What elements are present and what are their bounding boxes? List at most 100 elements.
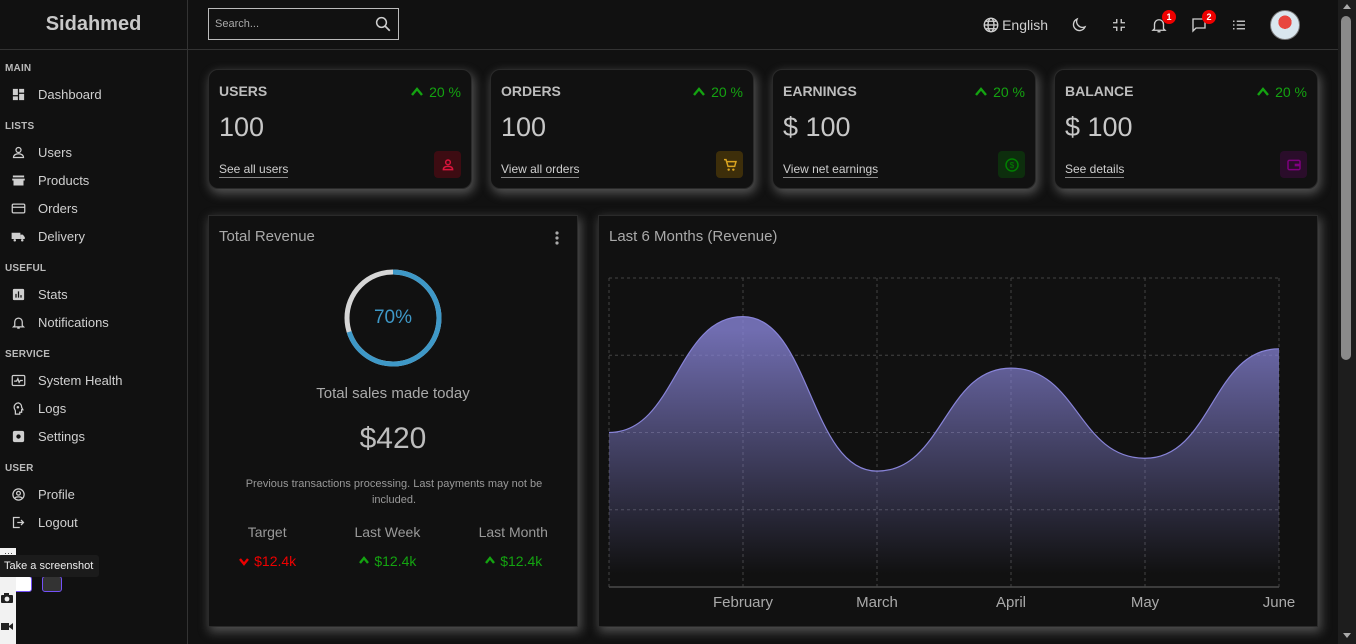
search-input[interactable]: [215, 18, 365, 30]
shopping-cart-icon: [716, 151, 743, 178]
widget-percentage: 20 %: [1256, 84, 1307, 100]
data-point-january[interactable]: [606, 430, 612, 436]
list-button[interactable]: [1230, 16, 1248, 34]
section-title-lists: LISTS: [5, 121, 35, 132]
arrow-up-icon: [975, 87, 987, 96]
data-point-february[interactable]: [740, 314, 746, 320]
notifications-button[interactable]: 1: [1150, 10, 1176, 34]
summary-amount: $12.4k: [254, 553, 297, 569]
widget-percentage: 20 %: [974, 84, 1025, 100]
sidebar-item-label: System Health: [38, 372, 123, 388]
sidebar-item-label: Logs: [38, 400, 67, 416]
logout-icon: [10, 514, 26, 530]
sidebar-item-orders[interactable]: Orders: [0, 194, 187, 222]
widget-link[interactable]: See details: [1065, 162, 1125, 178]
dark-theme-option[interactable]: [42, 576, 62, 592]
widget-percentage-value: 20 %: [429, 84, 461, 100]
featured-card: Total Revenue 70% Total sales made today…: [208, 215, 578, 627]
sidebar-item-settings[interactable]: Settings: [0, 422, 187, 450]
scroll-thumb[interactable]: [1341, 16, 1351, 360]
sidebar-item-label: Delivery: [38, 228, 85, 244]
widget-percentage-value: 20 %: [993, 84, 1025, 100]
sidebar-item-logs[interactable]: Logs: [0, 394, 187, 422]
person-icon: [10, 144, 26, 160]
store-icon: [10, 172, 26, 188]
summary-title: Last Month: [478, 524, 548, 540]
arrow-up-icon: [359, 556, 370, 564]
messages-counter: 2: [1202, 10, 1216, 24]
section-title-user: USER: [5, 463, 34, 474]
topbar: English 1 2: [188, 0, 1338, 50]
sidebar-item-notifications[interactable]: Notifications: [0, 308, 187, 336]
arrow-down-icon: [239, 558, 250, 566]
arrow-up-icon: [1257, 87, 1269, 96]
bell-icon: [10, 314, 26, 330]
user-avatar-button[interactable]: [1270, 10, 1300, 40]
scroll-down-arrow-icon[interactable]: [1343, 633, 1351, 638]
screenshot-tooltip: Take a screenshot: [0, 555, 100, 577]
x-tick-label: February: [713, 594, 774, 611]
arrow-up-icon: [411, 87, 423, 96]
sidebar-item-label: Dashboard: [38, 86, 102, 102]
widget-percentage-value: 20 %: [711, 84, 743, 100]
sidebar-item-stats[interactable]: Stats: [0, 280, 187, 308]
widget-percentage-value: 20 %: [1275, 84, 1307, 100]
arrow-up-icon: [485, 556, 496, 564]
sidebar-item-users[interactable]: Users: [0, 138, 187, 166]
sidebar-item-dashboard[interactable]: Dashboard: [0, 80, 187, 108]
health-icon: [10, 372, 26, 388]
x-tick-label: March: [856, 594, 898, 611]
bar-chart-icon: [10, 286, 26, 302]
data-point-april[interactable]: [1008, 365, 1014, 371]
sidebar-item-label: Orders: [38, 200, 78, 216]
summary-title: Target: [247, 524, 287, 540]
arrow-up-icon: [693, 87, 705, 96]
sidebar-item-label: Stats: [38, 286, 68, 302]
avatar: [1270, 10, 1300, 40]
credit-card-icon: [10, 200, 26, 216]
dashboard-icon: [10, 86, 26, 102]
search-icon[interactable]: [374, 15, 392, 33]
summary-item-target: Target $12.4k: [238, 524, 296, 569]
sidebar-item-delivery[interactable]: Delivery: [0, 222, 187, 250]
widget-link[interactable]: View net earnings: [783, 162, 879, 178]
brand-logo[interactable]: Sidahmed: [0, 0, 187, 50]
language-selector[interactable]: English: [982, 16, 1048, 34]
summary-item-last-month: Last Month $12.4k: [479, 524, 548, 569]
summary-value: $12.4k: [479, 553, 548, 569]
messages-button[interactable]: 2: [1190, 10, 1216, 34]
widget-link[interactable]: See all users: [219, 162, 289, 178]
sidebar-item-system-health[interactable]: System Health: [0, 366, 187, 394]
sidebar-item-profile[interactable]: Profile: [0, 480, 187, 508]
widget-balance: BALANCE 20 % $ 100 See details: [1054, 69, 1318, 189]
sidebar-item-logout[interactable]: Logout: [0, 508, 187, 536]
summary-value: $12.4k: [238, 553, 296, 569]
revenue-area-chart: February March April May June: [606, 277, 1295, 611]
summary-title: Last Week: [354, 524, 421, 540]
widget-users: USERS 20 % 100 See all users: [208, 69, 472, 189]
data-point-june[interactable]: [1276, 346, 1282, 352]
sidebar-item-label: Logout: [38, 514, 78, 530]
section-title-service: SERVICE: [5, 349, 51, 360]
data-point-march[interactable]: [874, 468, 880, 474]
featured-amount: $420: [359, 422, 427, 455]
widget-link[interactable]: View all orders: [501, 162, 580, 178]
money-icon: $: [998, 151, 1025, 178]
x-tick-label: May: [1131, 594, 1160, 611]
data-point-may[interactable]: [1142, 455, 1148, 461]
summary-amount: $12.4k: [500, 553, 543, 569]
fullscreen-exit-icon: [1113, 19, 1125, 31]
brand-name: Sidahmed: [45, 13, 142, 35]
svg-text:$: $: [1009, 161, 1014, 170]
fullscreen-exit-button[interactable]: [1110, 16, 1128, 34]
dark-mode-toggle[interactable]: [1070, 16, 1088, 34]
video-camera-icon[interactable]: [0, 620, 14, 632]
page-scrollbar[interactable]: [1338, 0, 1356, 644]
scroll-up-arrow-icon[interactable]: [1343, 4, 1351, 9]
list-icon: [1233, 20, 1245, 30]
widget-counter: $ 100: [1065, 112, 1133, 142]
sidebar-item-products[interactable]: Products: [0, 166, 187, 194]
theme-options: [12, 576, 62, 592]
more-vert-icon[interactable]: [551, 230, 563, 246]
camera-icon[interactable]: [0, 592, 14, 604]
